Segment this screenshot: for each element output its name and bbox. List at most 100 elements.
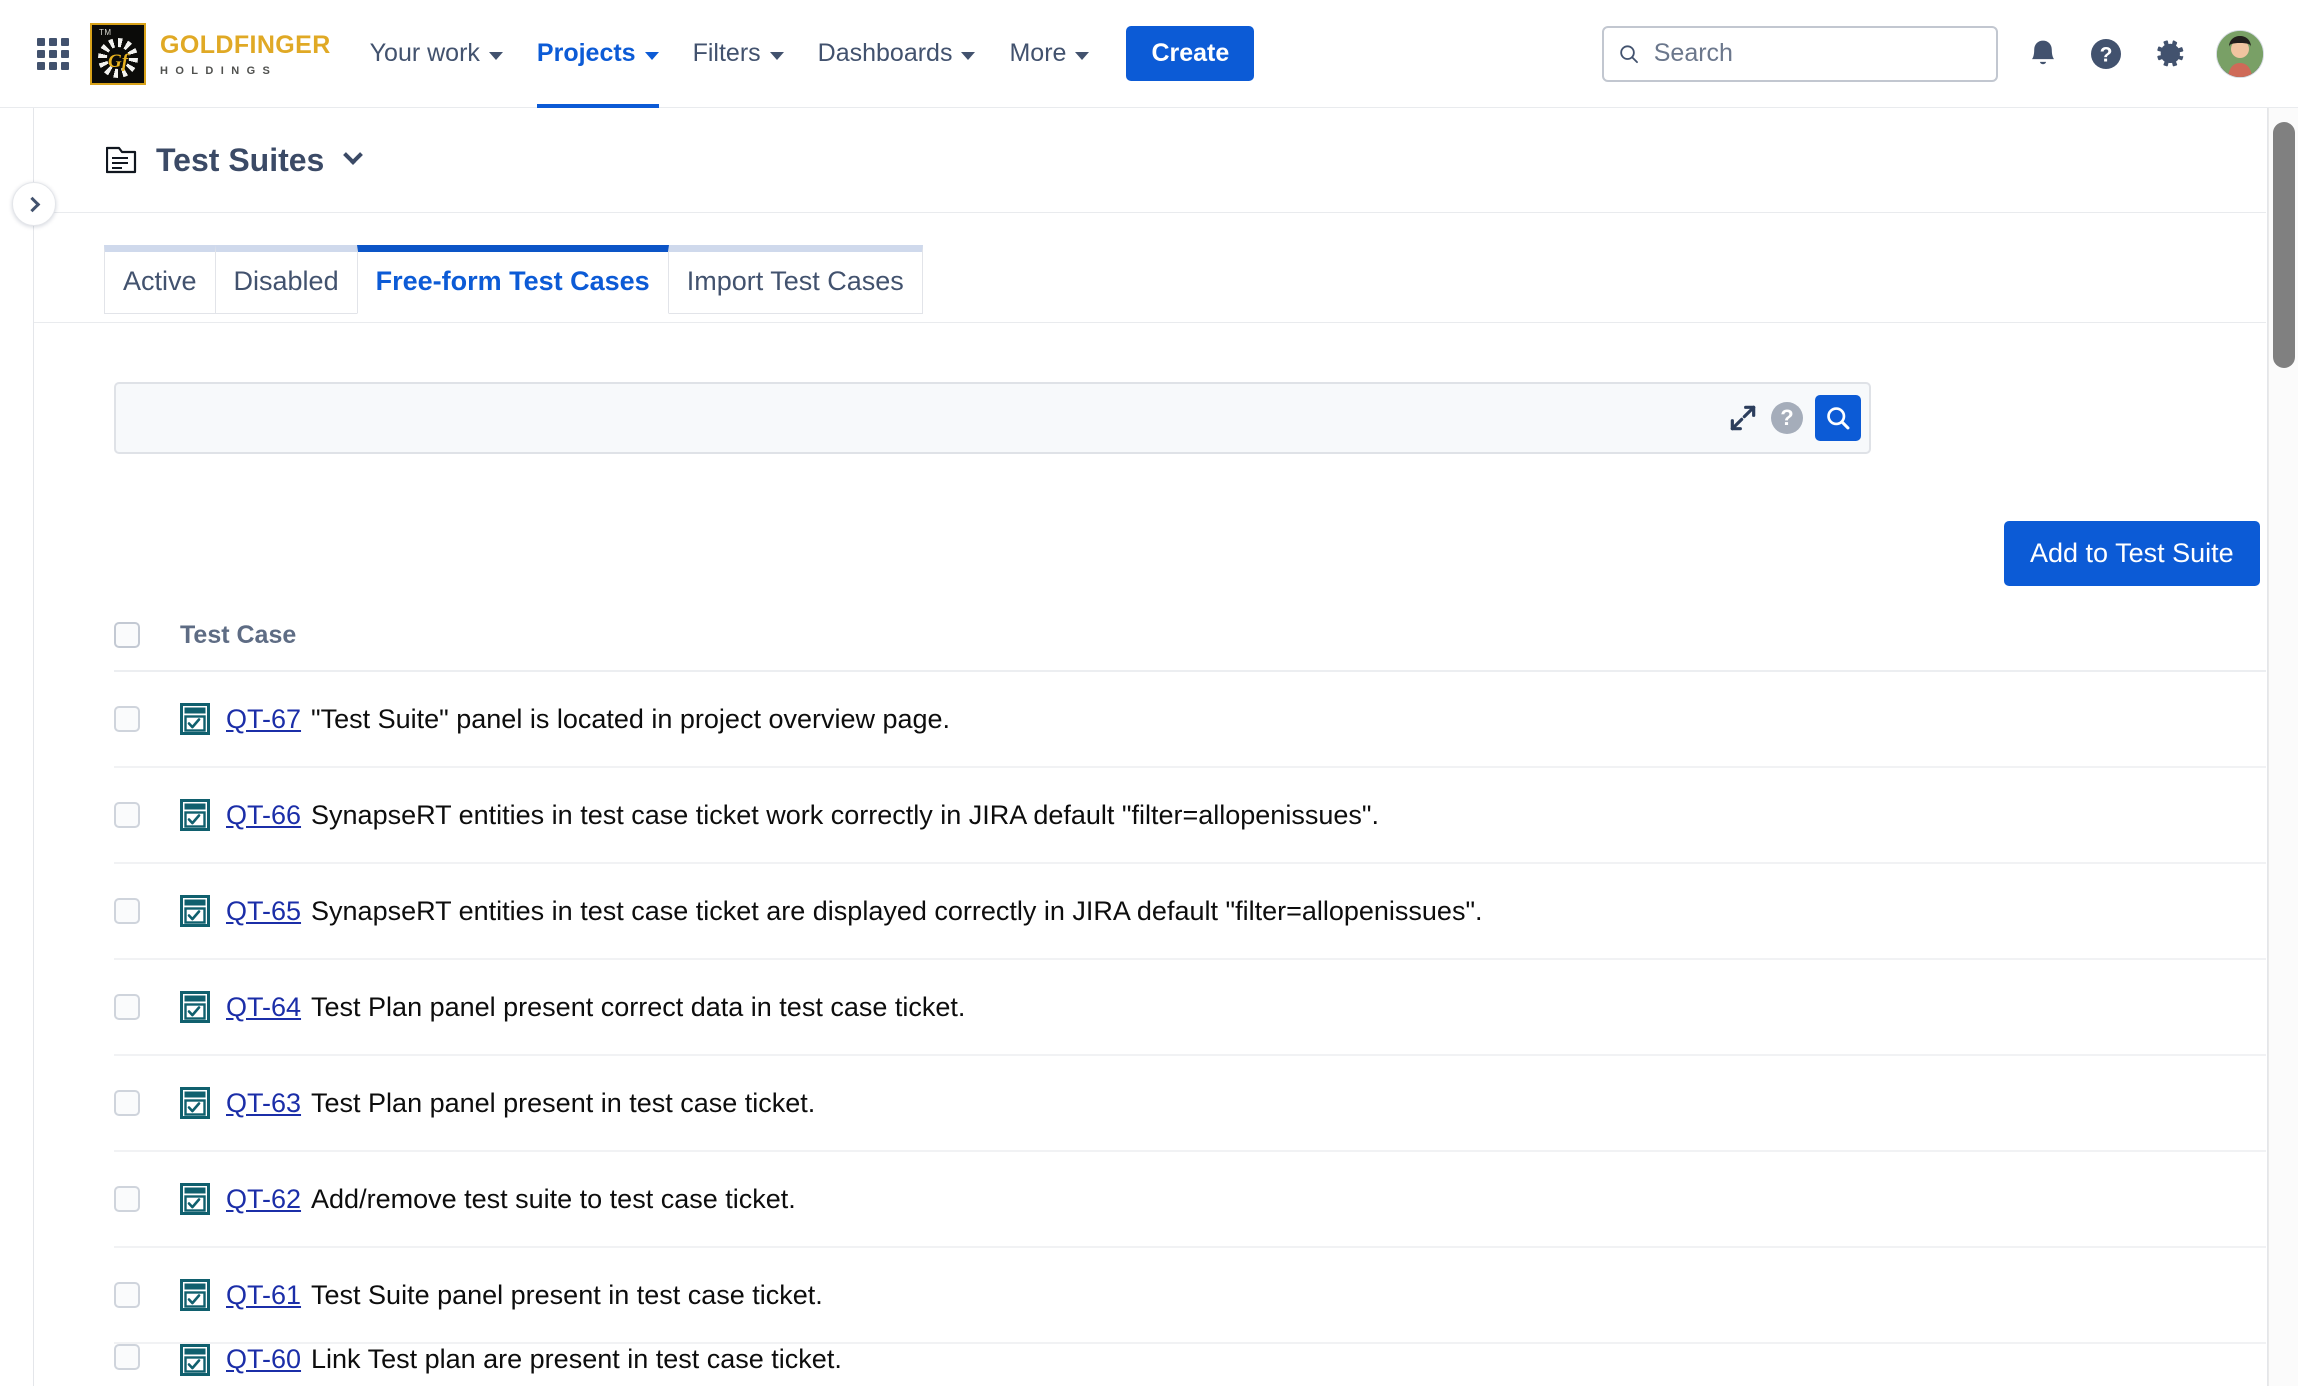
column-header-test-case: Test Case <box>180 620 297 649</box>
test-case-icon <box>180 895 210 927</box>
test-case-summary: "Test Suite" panel is located in project… <box>311 703 951 734</box>
tab-free-form-test-cases[interactable]: Free-form Test Cases <box>356 245 669 314</box>
test-case-icon <box>180 1087 210 1119</box>
top-navigation-bar: TM Gf GOLDFINGER HOLDINGS Your work Proj… <box>0 0 2298 108</box>
row-checkbox[interactable] <box>114 706 140 732</box>
table-row[interactable]: QT-64 Test Plan panel present correct da… <box>114 960 2266 1056</box>
sidebar-divider <box>33 108 34 1386</box>
global-search-box[interactable] <box>1602 25 1998 82</box>
nav-item-projects[interactable]: Projects <box>520 0 676 108</box>
table-row[interactable]: QT-67 "Test Suite" panel is located in p… <box>114 672 2266 768</box>
row-select-cell <box>114 1344 180 1370</box>
nav-item-label: More <box>1009 39 1067 67</box>
run-search-button[interactable] <box>1815 395 1861 441</box>
nav-item-filters[interactable]: Filters <box>676 0 801 108</box>
select-all-cell <box>114 622 180 648</box>
help-circle-icon[interactable]: ? <box>1771 402 1803 434</box>
test-case-key-link[interactable]: QT-65 <box>226 896 301 927</box>
nav-item-your-work[interactable]: Your work <box>353 0 520 108</box>
row-select-cell <box>114 706 180 732</box>
test-case-key-link[interactable]: QT-60 <box>226 1344 301 1375</box>
top-right-actions: ? <box>1602 25 2264 82</box>
test-case-summary: SynapseRT entities in test case ticket a… <box>311 895 1483 926</box>
nav-item-more[interactable]: More <box>992 0 1106 108</box>
vertical-scrollbar[interactable] <box>2268 108 2298 1386</box>
row-select-cell <box>114 802 180 828</box>
test-suites-folder-icon <box>106 146 137 174</box>
row-checkbox[interactable] <box>114 1344 140 1370</box>
scrollbar-thumb[interactable] <box>2273 122 2295 368</box>
row-checkbox[interactable] <box>114 1282 140 1308</box>
test-case-icon <box>180 991 210 1023</box>
chevron-down-icon <box>343 145 364 165</box>
notifications-icon[interactable] <box>2026 37 2060 71</box>
brand-logo[interactable]: TM Gf GOLDFINGER HOLDINGS <box>90 22 331 85</box>
apps-grid-icon[interactable] <box>30 31 76 77</box>
row-checkbox[interactable] <box>114 802 140 828</box>
sidebar-expand-button[interactable] <box>12 182 56 226</box>
settings-icon[interactable] <box>2152 36 2188 72</box>
add-to-test-suite-button[interactable]: Add to Test Suite <box>2004 521 2260 586</box>
nav-item-dashboards[interactable]: Dashboards <box>801 0 993 108</box>
test-case-key-link[interactable]: QT-66 <box>226 800 301 831</box>
goldfinger-mark-icon: TM Gf <box>90 22 146 85</box>
test-case-icon <box>180 799 210 831</box>
table-row[interactable]: QT-66 SynapseRT entities in test case ti… <box>114 768 2266 864</box>
test-case-summary: Test Suite panel present in test case ti… <box>311 1279 823 1310</box>
expand-icon[interactable] <box>1727 402 1759 434</box>
test-case-table: Test Case QT-67 "Test Suite" panel is lo… <box>114 600 2266 1384</box>
row-checkbox[interactable] <box>114 1090 140 1116</box>
avatar[interactable] <box>2216 29 2264 78</box>
row-select-cell <box>114 898 180 924</box>
row-checkbox[interactable] <box>114 1186 140 1212</box>
table-row[interactable]: QT-61 Test Suite panel present in test c… <box>114 1248 2266 1344</box>
select-all-checkbox[interactable] <box>114 622 140 648</box>
test-case-key-link[interactable]: QT-62 <box>226 1184 301 1215</box>
table-row[interactable]: QT-60 Link Test plan are present in test… <box>114 1344 2266 1384</box>
chevron-down-icon <box>961 51 976 60</box>
jql-query-bar[interactable]: ? <box>114 382 1871 454</box>
table-row[interactable]: QT-65 SynapseRT entities in test case ti… <box>114 864 2266 960</box>
test-case-summary: Link Test plan are present in test case … <box>311 1344 842 1374</box>
help-icon[interactable]: ? <box>2088 36 2124 72</box>
test-case-key-link[interactable]: QT-61 <box>226 1280 301 1311</box>
chevron-down-icon <box>488 51 503 60</box>
brand-wordmark: GOLDFINGER HOLDINGS <box>160 31 331 77</box>
query-bar-actions: ? <box>1727 395 1869 441</box>
chevron-down-icon <box>644 51 659 60</box>
tab-bar-divider <box>34 322 2266 323</box>
page-title-dropdown[interactable]: Test Suites <box>106 142 364 179</box>
tab-bar: Active Disabled Free-form Test Cases Imp… <box>104 245 923 314</box>
search-icon <box>1620 44 1638 63</box>
test-case-summary: Test Plan panel present in test case tic… <box>311 1087 816 1118</box>
page-header: Test Suites <box>34 108 2266 213</box>
test-case-key-link[interactable]: QT-63 <box>226 1088 301 1119</box>
test-case-key-link[interactable]: QT-67 <box>226 704 301 735</box>
trademark-label: TM <box>99 27 112 37</box>
brand-tagline: HOLDINGS <box>160 64 278 77</box>
nav-item-label: Filters <box>692 39 761 67</box>
table-row[interactable]: QT-62 Add/remove test suite to test case… <box>114 1152 2266 1248</box>
chevron-down-icon <box>769 51 784 60</box>
nav-item-label: Projects <box>536 39 636 67</box>
tab-import-test-cases[interactable]: Import Test Cases <box>667 245 923 314</box>
nav-item-label: Your work <box>369 39 480 67</box>
row-select-cell <box>114 1090 180 1116</box>
table-row[interactable]: QT-63 Test Plan panel present in test ca… <box>114 1056 2266 1152</box>
chevron-down-icon <box>1075 51 1090 60</box>
row-checkbox[interactable] <box>114 898 140 924</box>
test-case-icon <box>180 1183 210 1215</box>
jql-query-input[interactable] <box>116 384 1727 452</box>
tab-active[interactable]: Active <box>104 245 216 314</box>
create-button[interactable]: Create <box>1126 26 1255 81</box>
test-case-key-link[interactable]: QT-64 <box>226 992 301 1023</box>
test-case-icon <box>180 1344 210 1376</box>
search-icon <box>1827 407 1850 430</box>
row-select-cell <box>114 1282 180 1308</box>
row-checkbox[interactable] <box>114 994 140 1020</box>
test-case-icon <box>180 703 210 735</box>
search-input[interactable] <box>1651 38 1982 69</box>
chevron-right-icon <box>24 196 41 212</box>
tab-disabled[interactable]: Disabled <box>214 245 358 314</box>
nav-item-label: Dashboards <box>817 39 953 67</box>
